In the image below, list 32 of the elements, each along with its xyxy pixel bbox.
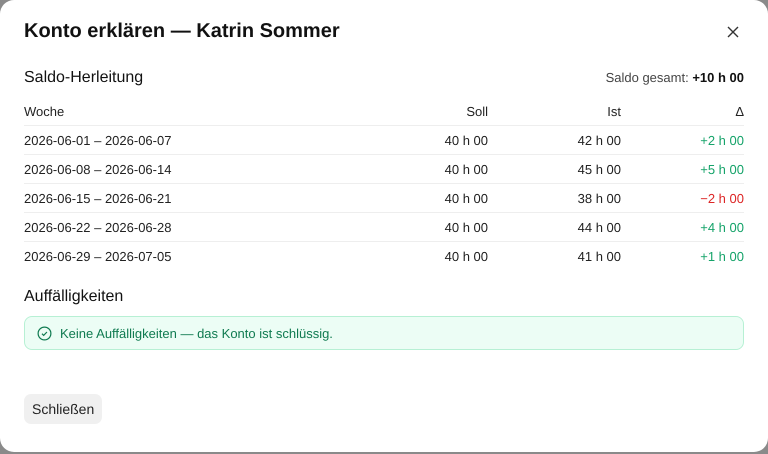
table-cell-text: 2026-06-15 – 2026-06-21: [24, 190, 172, 206]
column-header: Ist: [606, 104, 621, 118]
table-cell-text: +1 h 00: [699, 248, 744, 264]
dialog-title: Konto erklären — Katrin Sommer: [24, 20, 340, 43]
column-header: Soll: [465, 104, 488, 118]
notice-text: Keine Auffälligkeiten — das Konto ist schlüssig.: [60, 326, 333, 340]
table-cell-text: +4 h 00: [699, 220, 744, 234]
close-icon: [726, 24, 740, 38]
column-header: Woche: [24, 104, 66, 118]
section-heading: Auffälligkeiten: [24, 288, 124, 306]
table-cell-text: 41 h 00: [576, 248, 621, 264]
table-cell-text: 2026-06-22 – 2026-06-28: [24, 220, 172, 234]
table-cell-text: +5 h 00: [699, 162, 744, 176]
section-heading: Saldo-Herleitung: [24, 69, 144, 87]
table-cell-text: +2 h 00: [699, 132, 744, 148]
table-cell-text: 42 h 00: [576, 132, 621, 148]
check-circle-icon: [37, 326, 52, 340]
table-cell-text: −2 h 00: [699, 190, 744, 206]
table-cell-text: 2026-06-08 – 2026-06-14: [24, 162, 172, 176]
column-header: Δ: [734, 104, 744, 118]
table-cell-text: 45 h 00: [576, 162, 621, 176]
table-cell-text: 38 h 00: [576, 190, 621, 206]
table-cell-text: 2026-06-01 – 2026-06-07: [24, 132, 172, 148]
table-cell-text: 40 h 00: [444, 162, 488, 176]
close-dialog-button[interactable]: Schließen: [24, 394, 102, 424]
table-cell-text: 2026-06-29 – 2026-07-05: [24, 248, 172, 264]
table-cell-text: 44 h 00: [576, 220, 621, 234]
table-cell-text: 40 h 00: [444, 132, 488, 148]
table-cell-text: 40 h 00: [444, 220, 488, 234]
balance-total: Saldo gesamt: +10 h 00: [606, 70, 744, 85]
table-cell-text: 40 h 00: [444, 190, 488, 206]
table-cell-text: 40 h 00: [444, 248, 488, 264]
